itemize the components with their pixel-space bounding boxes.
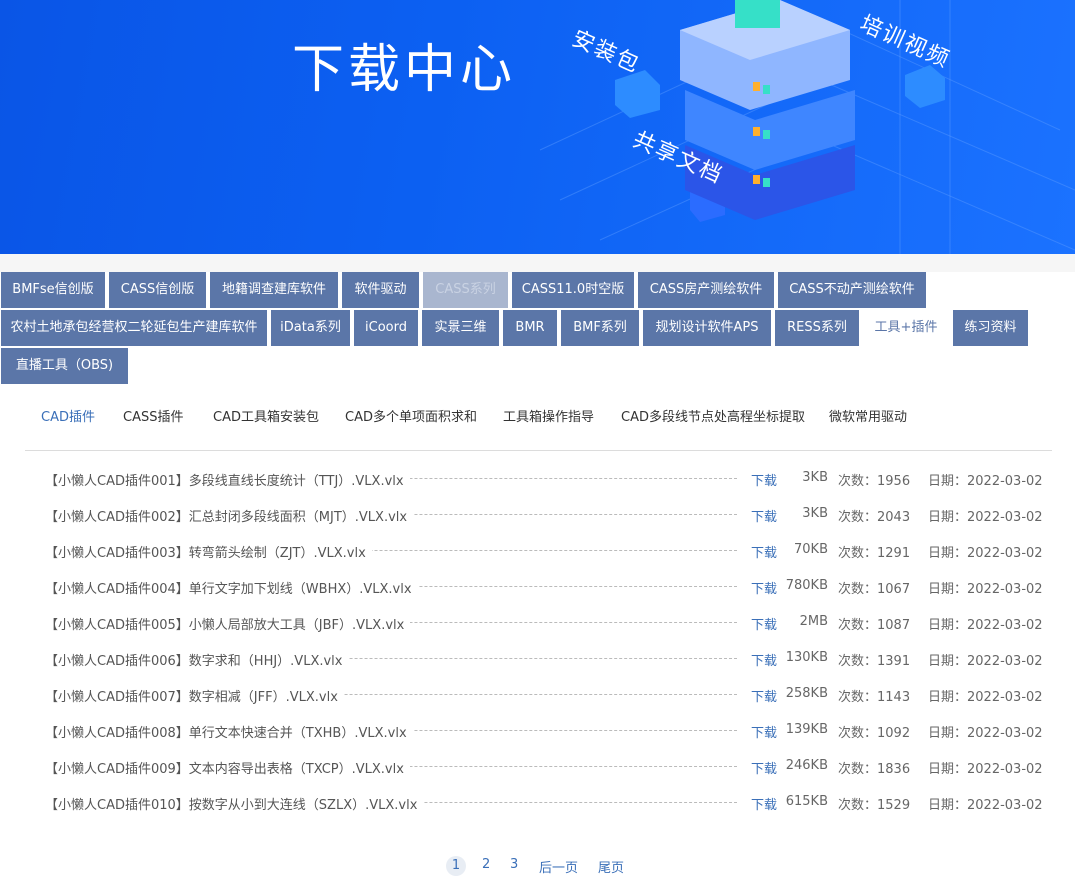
download-link[interactable]: 下载 xyxy=(751,758,777,777)
tab-software-driver[interactable]: 软件驱动 xyxy=(342,272,419,308)
last-page-button[interactable]: 尾页 xyxy=(598,857,624,876)
file-size: 139KB xyxy=(785,722,828,737)
tab-3d-reality[interactable]: 实景三维 xyxy=(422,310,499,346)
subtab-cad-plugin[interactable]: CAD插件 xyxy=(41,406,95,425)
subtab-toolbox-guide[interactable]: 工具箱操作指导 xyxy=(503,406,594,425)
file-date: 日期：2022-03-02 xyxy=(928,618,1043,633)
file-name[interactable]: 【小懒人CAD插件010】按数字从小到大连线（SZLX）.VLX.vlx xyxy=(45,794,424,813)
category-tabs: BMFse信创版 CASS信创版 地籍调查建库软件 软件驱动 CASS系列 CA… xyxy=(0,272,1075,388)
download-center-banner: 下载中心 安装包 培训视频 共享文档 xyxy=(0,0,1075,254)
tab-idata[interactable]: iData系列 xyxy=(271,310,350,346)
tab-cadastral-software[interactable]: 地籍调查建库软件 xyxy=(210,272,338,308)
page-title: 下载中心 xyxy=(292,40,517,100)
list-item: 【小懒人CAD插件008】单行文本快速合并（TXHB）.VLX.vlx 下载 1… xyxy=(0,712,1075,748)
list-item: 【小懒人CAD插件007】数字相减（JFF）.VLX.vlx 下载 258KB … xyxy=(0,676,1075,712)
file-date: 日期：2022-03-02 xyxy=(928,474,1043,489)
download-link[interactable]: 下载 xyxy=(751,794,777,813)
tab-cass11[interactable]: CASS11.0时空版 xyxy=(512,272,634,308)
file-date: 日期：2022-03-02 xyxy=(928,582,1043,597)
download-count: 次数：1092 xyxy=(838,726,911,741)
tab-ress[interactable]: RESS系列 xyxy=(775,310,859,346)
subtab-area-sum[interactable]: CAD多个单项面积求和 xyxy=(345,406,477,425)
list-item: 【小懒人CAD插件001】多段线直线长度统计（TTJ）.VLX.vlx 下载 3… xyxy=(0,460,1075,496)
file-date: 日期：2022-03-02 xyxy=(928,546,1043,561)
file-name[interactable]: 【小懒人CAD插件006】数字求和（HHJ）.VLX.vlx xyxy=(45,650,349,669)
file-date: 日期：2022-03-02 xyxy=(928,690,1043,705)
file-name[interactable]: 【小懒人CAD插件007】数字相减（JFF）.VLX.vlx xyxy=(45,686,344,705)
file-size: 3KB xyxy=(802,470,828,485)
list-item: 【小懒人CAD插件009】文本内容导出表格（TXCP）.VLX.vlx 下载 2… xyxy=(0,748,1075,784)
subtab-ms-drivers[interactable]: 微软常用驱动 xyxy=(829,406,907,425)
tab-bmr[interactable]: BMR xyxy=(503,310,557,346)
list-item: 【小懒人CAD插件004】单行文字加下划线（WBHX）.VLX.vlx 下载 7… xyxy=(0,568,1075,604)
file-name[interactable]: 【小懒人CAD插件008】单行文本快速合并（TXHB）.VLX.vlx xyxy=(45,722,413,741)
subtab-node-elevation[interactable]: CAD多段线节点处高程坐标提取 xyxy=(621,406,805,425)
file-size: 780KB xyxy=(785,578,828,593)
file-size: 615KB xyxy=(785,794,828,809)
file-size: 70KB xyxy=(794,542,828,557)
file-name[interactable]: 【小懒人CAD插件004】单行文字加下划线（WBHX）.VLX.vlx xyxy=(45,578,418,597)
tab-cass-xinchuang[interactable]: CASS信创版 xyxy=(109,272,206,308)
download-count: 次数：1291 xyxy=(838,546,911,561)
download-count: 次数：1067 xyxy=(838,582,911,597)
page-3-button[interactable]: 3 xyxy=(510,857,518,872)
list-item: 【小懒人CAD插件006】数字求和（HHJ）.VLX.vlx 下载 130KB … xyxy=(0,640,1075,676)
file-name[interactable]: 【小懒人CAD插件003】转弯箭头绘制（ZJT）.VLX.vlx xyxy=(45,542,372,561)
page-2-button[interactable]: 2 xyxy=(482,857,490,872)
download-count: 次数：1391 xyxy=(838,654,911,669)
file-name[interactable]: 【小懒人CAD插件009】文本内容导出表格（TXCP）.VLX.vlx xyxy=(45,758,410,777)
list-item: 【小懒人CAD插件010】按数字从小到大连线（SZLX）.VLX.vlx 下载 … xyxy=(0,784,1075,820)
pagination: 1 2 3 后一页 尾页 xyxy=(0,855,1075,877)
file-name[interactable]: 【小懒人CAD插件002】汇总封闭多段线面积（MJT）.VLX.vlx xyxy=(45,506,414,525)
banner-divider-strip xyxy=(0,254,1075,272)
file-size: 258KB xyxy=(785,686,828,701)
tab-rural-land[interactable]: 农村土地承包经营权二轮延包生产建库软件 xyxy=(1,310,267,346)
tab-icoord[interactable]: iCoord xyxy=(354,310,418,346)
file-date: 日期：2022-03-02 xyxy=(928,726,1043,741)
tab-practice-materials[interactable]: 练习资料 xyxy=(953,310,1028,346)
list-item: 【小懒人CAD插件003】转弯箭头绘制（ZJT）.VLX.vlx 下载 70KB… xyxy=(0,532,1075,568)
file-date: 日期：2022-03-02 xyxy=(928,510,1043,525)
sub-tabs: CAD插件 CASS插件 CAD工具箱安装包 CAD多个单项面积求和 工具箱操作… xyxy=(0,388,1075,452)
subtab-cad-toolbox[interactable]: CAD工具箱安装包 xyxy=(213,406,319,425)
download-count: 次数：1143 xyxy=(838,690,911,705)
list-item: 【小懒人CAD插件005】小懒人局部放大工具（JBF）.VLX.vlx 下载 2… xyxy=(0,604,1075,640)
tab-tools-plugins[interactable]: 工具+插件 xyxy=(863,310,949,346)
file-name[interactable]: 【小懒人CAD插件001】多段线直线长度统计（TTJ）.VLX.vlx xyxy=(45,470,410,489)
download-count: 次数：1529 xyxy=(838,798,911,813)
list-divider xyxy=(25,450,1052,451)
file-size: 246KB xyxy=(785,758,828,773)
file-date: 日期：2022-03-02 xyxy=(928,762,1043,777)
download-count: 次数：2043 xyxy=(838,510,911,525)
file-size: 130KB xyxy=(785,650,828,665)
tab-bmfse[interactable]: BMFse信创版 xyxy=(1,272,105,308)
file-list: 【小懒人CAD插件001】多段线直线长度统计（TTJ）.VLX.vlx 下载 3… xyxy=(0,460,1075,820)
file-date: 日期：2022-03-02 xyxy=(928,798,1043,813)
tab-bmf-series[interactable]: BMF系列 xyxy=(561,310,639,346)
download-link[interactable]: 下载 xyxy=(751,506,777,525)
tab-cass-series[interactable]: CASS系列 xyxy=(423,272,508,308)
page-1-button[interactable]: 1 xyxy=(446,856,466,876)
file-name[interactable]: 【小懒人CAD插件005】小懒人局部放大工具（JBF）.VLX.vlx xyxy=(45,614,411,633)
file-size: 2MB xyxy=(799,614,828,629)
download-link[interactable]: 下载 xyxy=(751,614,777,633)
download-count: 次数：1956 xyxy=(838,474,911,489)
tab-cass-property[interactable]: CASS房产测绘软件 xyxy=(638,272,774,308)
download-link[interactable]: 下载 xyxy=(751,686,777,705)
file-date: 日期：2022-03-02 xyxy=(928,654,1043,669)
list-item: 【小懒人CAD插件002】汇总封闭多段线面积（MJT）.VLX.vlx 下载 3… xyxy=(0,496,1075,532)
download-link[interactable]: 下载 xyxy=(751,650,777,669)
download-count: 次数：1836 xyxy=(838,762,911,777)
file-size: 3KB xyxy=(802,506,828,521)
download-link[interactable]: 下载 xyxy=(751,722,777,741)
tab-aps[interactable]: 规划设计软件APS xyxy=(643,310,771,346)
download-link[interactable]: 下载 xyxy=(751,470,777,489)
tab-cass-realestate[interactable]: CASS不动产测绘软件 xyxy=(778,272,926,308)
download-link[interactable]: 下载 xyxy=(751,542,777,561)
subtab-cass-plugin[interactable]: CASS插件 xyxy=(123,406,183,425)
tab-obs-live[interactable]: 直播工具（OBS) xyxy=(1,348,128,384)
download-count: 次数：1087 xyxy=(838,618,911,633)
next-page-button[interactable]: 后一页 xyxy=(539,857,578,876)
download-link[interactable]: 下载 xyxy=(751,578,777,597)
